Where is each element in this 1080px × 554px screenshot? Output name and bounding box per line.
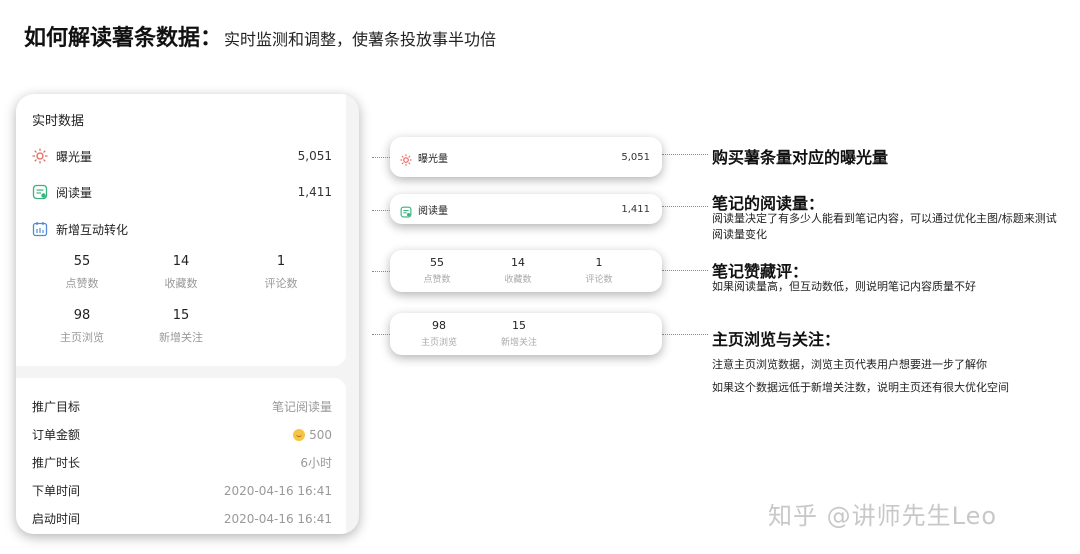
profile-views-pill-label: 主页浏览 — [420, 338, 457, 348]
interaction-label: 新增互动转化 — [56, 222, 129, 237]
connector-line — [662, 270, 708, 271]
likes-label: 点赞数 — [65, 277, 99, 290]
calendar-icon — [32, 221, 48, 237]
profile-views-pill-stat: 98 主页浏览 — [404, 319, 474, 348]
info-value: 500 — [309, 427, 332, 442]
info-key: 下单时间 — [32, 484, 81, 498]
watermark: 知乎 @讲师先生Leo — [768, 502, 998, 530]
exposure-row[interactable]: 曝光量 5,051 — [32, 146, 332, 166]
info-value: 2020-04-16 16:41 — [223, 511, 332, 526]
page-title: 如何解读薯条数据： 实时监测和调整，使薯条投放事半功倍 — [24, 20, 496, 52]
annotation-profile-title: 主页浏览与关注： — [712, 330, 841, 349]
info-value: 2020-04-16 16:41 — [223, 483, 332, 498]
new-followers-label: 新增关注 — [159, 331, 203, 344]
profile-views-label: 主页浏览 — [60, 331, 104, 344]
likes-pill-stat: 55 点赞数 — [402, 256, 472, 285]
exposure-pill: 曝光量 5,051 — [390, 137, 662, 177]
title-bold: 如何解读薯条数据： — [24, 26, 223, 51]
favorites-value: 14 — [172, 254, 190, 269]
info-key: 推广目标 — [32, 400, 81, 414]
info-key: 推广时长 — [32, 456, 81, 470]
exposure-pill-value: 5,051 — [621, 151, 650, 163]
new-followers-value: 15 — [172, 308, 190, 323]
document-icon — [400, 203, 412, 218]
realtime-data-title: 实时数据 — [32, 114, 85, 129]
comments-value: 1 — [276, 254, 286, 269]
coin-icon — [293, 428, 306, 441]
info-row: 下单时间 2020-04-16 16:41 — [32, 482, 332, 499]
comments-pill-value: 1 — [595, 256, 603, 269]
info-row: 订单金额 500 — [32, 426, 332, 443]
phone-mockup: 实时数据 曝光量 5,051 阅读量 1,411 新增互动转化 55 点赞数 1… — [16, 94, 359, 534]
comments-pill-label: 评论数 — [585, 275, 613, 285]
interaction-row: 新增互动转化 — [32, 219, 332, 239]
favorites-pill-label: 收藏数 — [504, 275, 532, 285]
reads-value: 1,411 — [297, 185, 332, 199]
info-value: 笔记阅读量 — [271, 400, 332, 414]
connector-line — [372, 271, 390, 272]
reads-row[interactable]: 阅读量 1,411 — [32, 182, 332, 202]
connector-line — [372, 157, 390, 158]
exposure-label: 曝光量 — [56, 149, 93, 164]
new-followers-pill-label: 新增关注 — [500, 338, 537, 348]
annotation-profile-desc-1: 注意主页浏览数据，浏览主页代表用户想要进一步了解你 — [712, 358, 987, 371]
annotation-profile-desc-2: 如果这个数据远低于新增关注数，说明主页还有很大优化空间 — [712, 381, 1009, 394]
likes-pill-label: 点赞数 — [423, 275, 451, 285]
connector-line — [372, 210, 390, 211]
reads-pill: 阅读量 1,411 — [390, 194, 662, 224]
annotation-exposure-title: 购买薯条量对应的曝光量 — [712, 148, 889, 167]
favorites-stat: 14 收藏数 — [141, 254, 221, 291]
profile-views-pill-value: 98 — [432, 319, 446, 332]
annotation-interaction-desc: 如果阅读量高，但互动数低，则说明笔记内容质量不好 — [712, 280, 976, 293]
reads-pill-value: 1,411 — [621, 203, 650, 215]
new-followers-pill-value: 15 — [512, 319, 526, 332]
order-amount: 500 — [293, 426, 332, 443]
info-row: 推广目标 笔记阅读量 — [32, 398, 332, 415]
reads-label: 阅读量 — [56, 185, 93, 200]
profile-pill: 98 主页浏览 15 新增关注 — [390, 313, 662, 355]
connector-line — [662, 206, 708, 207]
realtime-data-card: 实时数据 曝光量 5,051 阅读量 1,411 新增互动转化 55 点赞数 1… — [16, 94, 346, 366]
exposure-value: 5,051 — [297, 149, 332, 163]
favorites-pill-stat: 14 收藏数 — [483, 256, 553, 285]
info-key: 启动时间 — [32, 512, 81, 526]
title-subtitle: 实时监测和调整，使薯条投放事半功倍 — [224, 30, 497, 49]
profile-views-value: 98 — [73, 308, 91, 323]
order-info-card: 推广目标 笔记阅读量 订单金额 500 推广时长 6小时 下单时间 2020-0… — [16, 378, 346, 534]
info-row: 启动时间 2020-04-16 16:41 — [32, 510, 332, 527]
likes-stat: 55 点赞数 — [42, 254, 122, 291]
exposure-pill-row: 曝光量 5,051 — [400, 147, 650, 167]
favorites-label: 收藏数 — [164, 277, 198, 290]
connector-line — [662, 154, 708, 155]
info-key: 订单金额 — [32, 428, 81, 442]
likes-pill-value: 55 — [430, 256, 444, 269]
favorites-pill-value: 14 — [511, 256, 525, 269]
likes-value: 55 — [73, 254, 91, 269]
connector-line — [372, 334, 390, 335]
info-row: 推广时长 6小时 — [32, 454, 332, 471]
connector-line — [662, 334, 708, 335]
new-followers-stat: 15 新增关注 — [141, 308, 221, 345]
profile-views-stat: 98 主页浏览 — [42, 308, 122, 345]
new-followers-pill-stat: 15 新增关注 — [484, 319, 554, 348]
annotation-reads-desc: 阅读量决定了有多少人能看到笔记内容，可以通过优化主图/标题来测试阅读量变化 — [712, 212, 1057, 241]
exposure-pill-label: 曝光量 — [418, 153, 448, 165]
sun-icon — [400, 151, 412, 166]
comments-stat: 1 评论数 — [241, 254, 321, 291]
sun-icon — [32, 148, 48, 164]
interaction-pill: 55 点赞数 14 收藏数 1 评论数 — [390, 250, 662, 292]
document-icon — [32, 184, 48, 200]
info-value: 6小时 — [300, 456, 332, 470]
comments-pill-stat: 1 评论数 — [564, 256, 634, 285]
reads-pill-label: 阅读量 — [418, 205, 448, 217]
comments-label: 评论数 — [264, 277, 298, 290]
reads-pill-row: 阅读量 1,411 — [400, 199, 650, 219]
